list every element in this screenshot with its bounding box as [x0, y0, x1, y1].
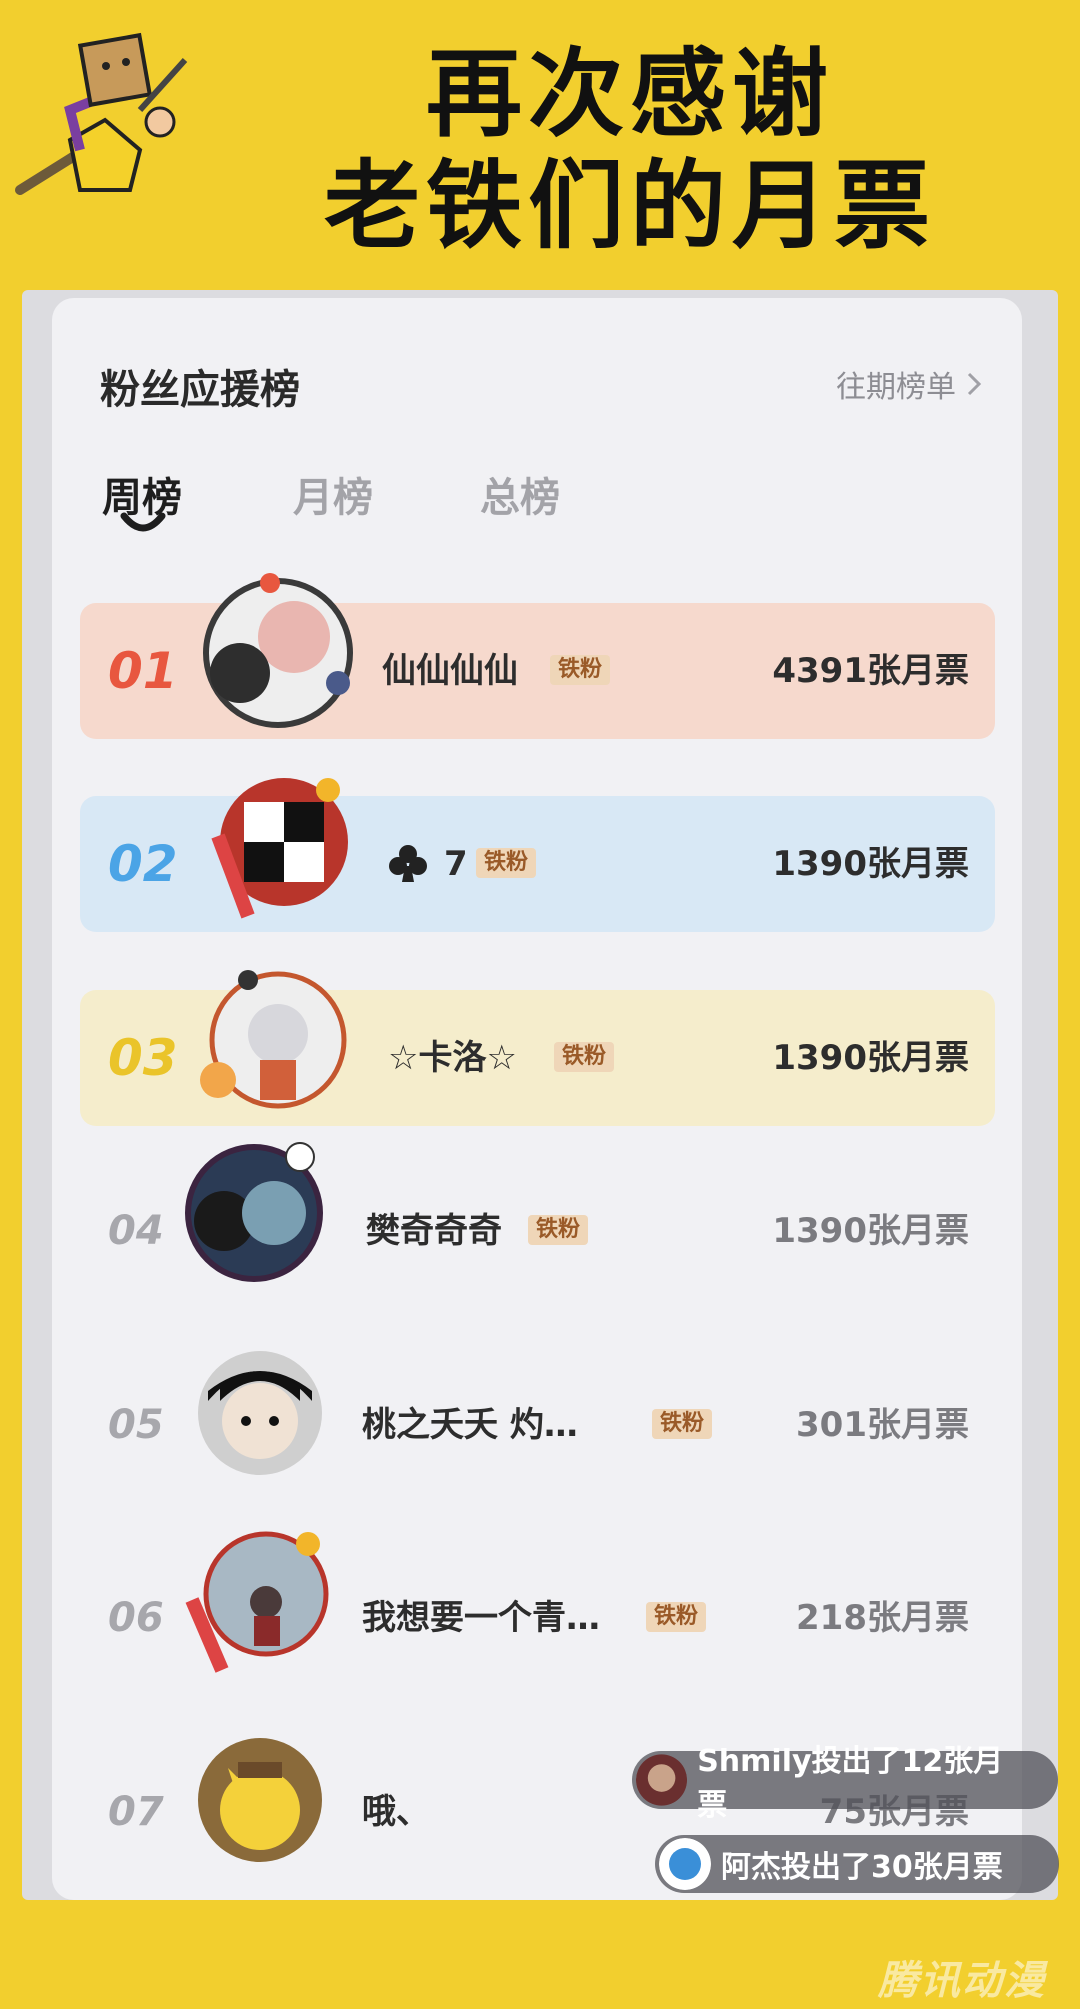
headline: 再次感谢 老铁们的月票 [230, 38, 1030, 262]
fan-name[interactable]: 哦、 [362, 1744, 430, 1880]
avatar[interactable] [178, 1520, 338, 1680]
rank-number: 05 [108, 1402, 164, 1448]
iron-fan-badge: 铁粉 [646, 1602, 707, 1632]
ranking-row-5[interactable]: 05 桃之夭夭 灼… 铁粉 301张月票 [80, 1351, 995, 1493]
headline-line-2: 老铁们的月票 [324, 150, 936, 262]
iron-fan-badge: 铁粉 [652, 1409, 713, 1439]
avatar[interactable] [198, 1351, 322, 1475]
rank-number: 01 [108, 642, 178, 700]
avatar[interactable] [198, 960, 358, 1120]
tab-active-indicator [120, 512, 166, 532]
avatar[interactable] [174, 1133, 334, 1293]
iron-fan-badge: 铁粉 [528, 1215, 589, 1245]
avatar[interactable] [198, 1738, 322, 1862]
ranking-row-4[interactable]: 04 樊奇奇奇 铁粉 1390张月票 [80, 1142, 995, 1299]
iron-fan-badge: 铁粉 [476, 848, 537, 878]
avatar [659, 1838, 711, 1890]
toast-text: 阿杰投出了30张月票 [721, 1850, 1003, 1885]
vote-toast-1: Shmily投出了12张月票 [632, 1744, 1058, 1823]
rank-number: 06 [108, 1595, 164, 1641]
rank-number: 02 [108, 835, 178, 893]
watermark-logo: 腾讯动漫 [878, 1958, 1046, 2004]
club-icon [389, 845, 427, 882]
fan-name[interactable]: 7 [444, 796, 468, 932]
ranking-row-3[interactable]: 03 ☆卡洛☆ 铁粉 1390张月票 [80, 970, 995, 1126]
history-list-link[interactable]: 往期榜单 [836, 362, 982, 406]
rank-number: 04 [108, 1208, 164, 1254]
fan-name[interactable]: 仙仙仙仙 [382, 603, 518, 739]
fan-name[interactable]: 桃之夭夭 灼… [362, 1357, 578, 1493]
headline-line-1: 再次感谢 [426, 38, 834, 150]
mascot-illustration-icon [15, 32, 188, 195]
fan-name[interactable]: 我想要一个青… [362, 1550, 600, 1686]
fan-name[interactable]: ☆卡洛☆ [388, 990, 517, 1126]
vote-count: 301张月票 [796, 1405, 969, 1445]
ranking-row-6[interactable]: 06 我想要一个青… 铁粉 218张月票 [80, 1531, 995, 1686]
vote-count: 218张月票 [796, 1598, 969, 1638]
iron-fan-badge: 铁粉 [554, 1042, 615, 1072]
vote-count: 1390张月票 [772, 844, 969, 884]
vote-count: 1390张月票 [772, 1211, 969, 1251]
ranking-row-1[interactable]: 01 仙仙仙仙 铁粉 4391张月票 [80, 573, 995, 739]
card-title: 粉丝应援榜 [100, 367, 300, 413]
vote-toast-2: 阿杰投出了30张月票 [655, 1835, 1059, 1893]
tab-total[interactable]: 总榜 [480, 465, 560, 523]
header-banner: 再次感谢 老铁们的月票 [0, 0, 1080, 290]
ranking-row-2[interactable]: 02 7 铁粉 1390张月票 [80, 778, 995, 932]
iron-fan-badge: 铁粉 [550, 655, 611, 685]
avatar[interactable] [198, 766, 358, 926]
vote-count: 4391张月票 [772, 651, 969, 691]
tab-monthly[interactable]: 月榜 [293, 465, 373, 523]
fan-name[interactable]: 樊奇奇奇 [366, 1163, 502, 1299]
chevron-right-icon [967, 372, 982, 396]
history-link-label: 往期榜单 [836, 370, 956, 405]
avatar[interactable] [198, 573, 358, 733]
rank-number: 03 [108, 1029, 178, 1087]
avatar [636, 1754, 688, 1806]
toast-text: Shmily投出了12张月票 [697, 1744, 1004, 1823]
rank-number: 07 [108, 1789, 164, 1835]
vote-count: 1390张月票 [772, 1038, 969, 1078]
